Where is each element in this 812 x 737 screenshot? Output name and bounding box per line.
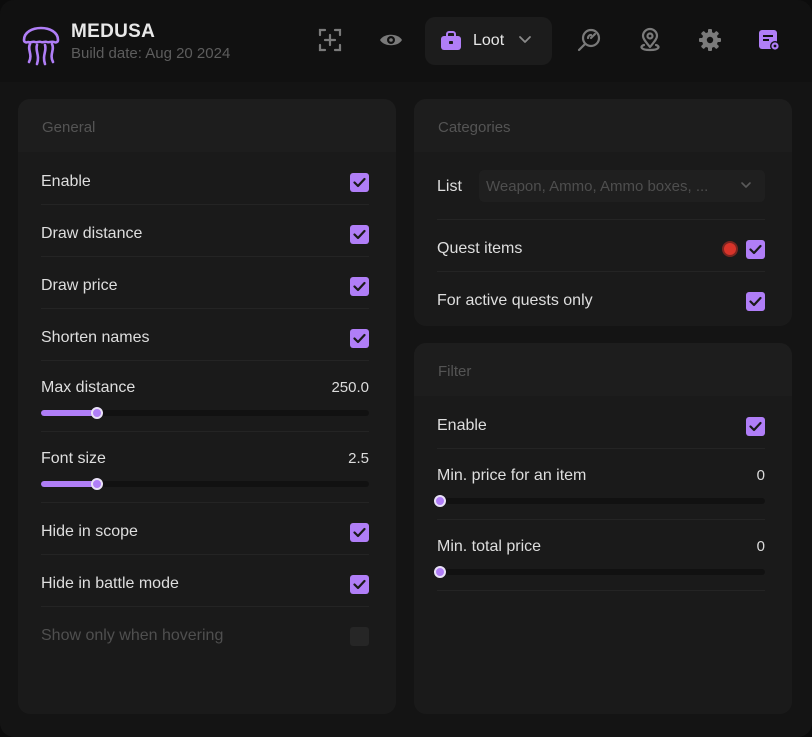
filter-panel-title: Filter <box>414 343 792 396</box>
filter-enable-row: Enable <box>437 396 765 449</box>
checkmark-icon <box>353 177 366 188</box>
search-radar-icon <box>577 28 601 52</box>
categories-list-row: List Weapon, Ammo, Ammo boxes, ... <box>437 152 765 220</box>
build-date: Build date: Aug 20 2024 <box>71 45 231 62</box>
filter-panel: Filter Enable Min. price for an item 0 M… <box>414 343 792 714</box>
quest-items-row: Quest items <box>437 220 765 272</box>
eye-icon <box>380 34 402 46</box>
nav-loot-label: Loot <box>473 32 505 49</box>
shorten-names-label: Shorten names <box>41 329 150 346</box>
app-window: MEDUSA Build date: Aug 20 2024 Loot Gene… <box>0 0 812 737</box>
checkmark-icon <box>353 229 366 240</box>
hide-in-battle-label: Hide in battle mode <box>41 575 179 592</box>
draw-distance-label: Draw distance <box>41 225 143 242</box>
hide-in-scope-checkbox[interactable] <box>350 523 369 542</box>
show-hovering-label: Show only when hovering <box>41 627 224 644</box>
max-distance-slider-knob[interactable] <box>90 407 103 419</box>
checkmark-icon <box>749 244 762 255</box>
jellyfish-logo-icon <box>22 26 60 66</box>
font-size-slider[interactable] <box>41 478 369 490</box>
quest-items-color-swatch[interactable] <box>722 241 738 257</box>
font-size-slider-knob[interactable] <box>90 478 103 490</box>
checkmark-icon <box>353 281 366 292</box>
min-total-price-slider-knob[interactable] <box>434 566 446 578</box>
min-total-price-value: 0 <box>756 538 765 555</box>
nav-config-button[interactable] <box>754 25 784 55</box>
show-hovering-checkbox[interactable] <box>350 627 369 646</box>
gear-icon <box>699 29 721 51</box>
show-hovering-row: Show only when hovering <box>41 607 369 659</box>
general-enable-row: Enable <box>41 152 369 205</box>
max-distance-slider-fill <box>41 410 97 416</box>
nav-loot-dropdown[interactable]: Loot <box>425 17 552 65</box>
nav-esp-button[interactable] <box>376 25 406 55</box>
filter-enable-label: Enable <box>437 417 487 434</box>
crosshair-icon <box>318 28 342 52</box>
max-distance-slider[interactable] <box>41 407 369 419</box>
categories-list-value: Weapon, Ammo, Ammo boxes, ... <box>486 178 709 195</box>
max-distance-label: Max distance <box>41 379 136 396</box>
font-size-label: Font size <box>41 450 106 467</box>
checkmark-icon <box>353 333 366 344</box>
active-quests-checkbox[interactable] <box>746 292 765 311</box>
app-title: MEDUSA <box>71 21 156 42</box>
categories-list-label: List <box>437 178 462 195</box>
quest-items-checkbox[interactable] <box>746 240 765 259</box>
min-total-price-slider[interactable] <box>434 566 765 578</box>
nav-settings-button[interactable] <box>695 25 725 55</box>
briefcase-icon <box>441 31 461 50</box>
categories-list-select[interactable]: Weapon, Ammo, Ammo boxes, ... <box>479 170 765 202</box>
checkmark-icon <box>749 296 762 307</box>
font-size-slider-fill <box>41 481 97 487</box>
chevron-down-icon <box>741 182 751 188</box>
shorten-names-checkbox[interactable] <box>350 329 369 348</box>
header: MEDUSA Build date: Aug 20 2024 Loot <box>0 0 812 82</box>
general-enable-checkbox[interactable] <box>350 173 369 192</box>
active-quests-label: For active quests only <box>437 292 593 309</box>
active-quests-row: For active quests only <box>437 272 765 324</box>
checkmark-icon <box>353 527 366 538</box>
hide-in-battle-row: Hide in battle mode <box>41 555 369 607</box>
nav-search-button[interactable] <box>574 25 604 55</box>
shorten-names-row: Shorten names <box>41 309 369 361</box>
general-enable-label: Enable <box>41 173 91 190</box>
nav-aim-button[interactable] <box>315 25 345 55</box>
draw-price-row: Draw price <box>41 257 369 309</box>
min-item-price-row: Min. price for an item 0 <box>434 449 765 520</box>
filter-enable-checkbox[interactable] <box>746 417 765 436</box>
min-total-price-row: Min. total price 0 <box>434 520 765 591</box>
config-file-icon <box>759 30 780 51</box>
draw-distance-checkbox[interactable] <box>350 225 369 244</box>
hide-in-scope-label: Hide in scope <box>41 523 138 540</box>
general-panel: General Enable Draw distance Draw price … <box>18 99 396 714</box>
quest-items-label: Quest items <box>437 240 523 257</box>
hide-in-scope-row: Hide in scope <box>41 503 369 555</box>
min-total-price-label: Min. total price <box>437 538 542 555</box>
general-panel-title: General <box>18 99 396 152</box>
hide-in-battle-checkbox[interactable] <box>350 575 369 594</box>
font-size-row: Font size 2.5 <box>41 432 369 503</box>
map-pin-icon <box>640 27 660 52</box>
categories-panel-title: Categories <box>414 99 792 152</box>
min-item-price-label: Min. price for an item <box>437 467 587 484</box>
nav-map-button[interactable] <box>635 25 665 55</box>
categories-panel: Categories List Weapon, Ammo, Ammo boxes… <box>414 99 792 326</box>
max-distance-value: 250.0 <box>331 379 369 396</box>
draw-distance-row: Draw distance <box>41 205 369 257</box>
draw-price-checkbox[interactable] <box>350 277 369 296</box>
checkmark-icon <box>353 579 366 590</box>
min-item-price-slider-knob[interactable] <box>434 495 446 507</box>
chevron-down-icon <box>519 36 531 43</box>
min-item-price-value: 0 <box>756 467 765 484</box>
draw-price-label: Draw price <box>41 277 118 294</box>
checkmark-icon <box>749 421 762 432</box>
min-item-price-slider[interactable] <box>434 495 765 507</box>
font-size-value: 2.5 <box>348 450 369 467</box>
max-distance-row: Max distance 250.0 <box>41 361 369 432</box>
